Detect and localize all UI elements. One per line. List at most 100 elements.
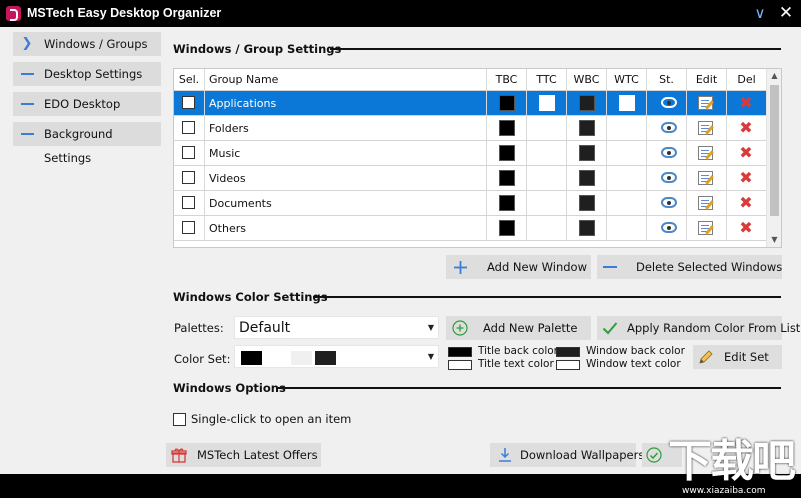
edit-icon[interactable] [698, 221, 713, 235]
delete-selected-windows-button[interactable]: Delete Selected Windows [597, 255, 782, 279]
cell-name: Folders [205, 116, 487, 141]
title-text-color-swatch [448, 360, 472, 370]
palettes-dropdown[interactable]: Default ▼ [234, 316, 439, 339]
download-wallpapers-button[interactable]: Download Wallpapers [490, 443, 644, 467]
row-select-checkbox[interactable] [182, 146, 195, 159]
cell-st [647, 216, 687, 241]
cell-sel [174, 116, 205, 141]
group-name: Applications [209, 97, 277, 110]
row-select-checkbox[interactable] [182, 196, 195, 209]
wbc-color-swatch[interactable] [579, 220, 595, 236]
delete-icon[interactable]: ✖ [738, 94, 754, 112]
column-header-status[interactable]: St. [647, 69, 687, 91]
table-row[interactable]: Others ✖ [174, 216, 767, 241]
delete-icon[interactable]: ✖ [738, 219, 754, 237]
table-vertical-scrollbar[interactable]: ▲ ▼ [766, 69, 781, 247]
column-header-delete[interactable]: Del [727, 69, 767, 91]
delete-icon[interactable]: ✖ [738, 194, 754, 212]
column-header-edit[interactable]: Edit [687, 69, 727, 91]
cell-wbc [567, 216, 607, 241]
minimize-chevron-icon[interactable]: ∨ [749, 3, 771, 23]
delete-icon[interactable]: ✖ [738, 169, 754, 187]
eye-icon[interactable] [661, 147, 677, 158]
tbc-color-swatch[interactable] [499, 145, 515, 161]
row-select-checkbox[interactable] [182, 121, 195, 134]
column-header-tbc[interactable]: TBC [487, 69, 527, 91]
eye-icon[interactable] [661, 222, 677, 233]
sidebar-item-windows-groups[interactable]: ❯ Windows / Groups [13, 32, 161, 56]
edit-icon[interactable] [698, 96, 713, 110]
wbc-color-swatch[interactable] [579, 120, 595, 136]
eye-icon[interactable] [661, 197, 677, 208]
tbc-color-swatch[interactable] [499, 170, 515, 186]
title-text-color-label: Title text color [478, 358, 554, 370]
add-new-window-button[interactable]: Add New Window [446, 255, 591, 279]
cell-ttc [527, 116, 567, 141]
sidebar: ❯ Windows / Groups Desktop Settings EDO … [13, 32, 161, 165]
chevron-down-icon: ▼ [427, 352, 434, 361]
cell-edit [687, 116, 727, 141]
cell-del: ✖ [727, 216, 767, 241]
cell-name: Music [205, 141, 487, 166]
window-text-color-label: Window text color [586, 358, 681, 370]
cell-ttc [527, 166, 567, 191]
app-logo-icon [6, 6, 21, 21]
cell-wtc [607, 116, 647, 141]
tbc-color-swatch[interactable] [499, 120, 515, 136]
pencil-icon [698, 349, 714, 365]
edit-icon[interactable] [698, 196, 713, 210]
cell-edit [687, 91, 727, 116]
sidebar-item-background-settings[interactable]: Background Settings [13, 122, 161, 165]
cell-tbc [487, 166, 527, 191]
add-new-palette-button[interactable]: Add New Palette [446, 316, 591, 340]
delete-icon[interactable]: ✖ [738, 119, 754, 137]
table-row[interactable]: Applications ✖ [174, 91, 767, 116]
row-select-checkbox[interactable] [182, 171, 195, 184]
sidebar-item-edo-desktop-settings[interactable]: EDO Desktop Settings [13, 92, 161, 135]
scroll-up-icon[interactable]: ▲ [767, 69, 781, 83]
edit-icon[interactable] [698, 171, 713, 185]
row-select-checkbox[interactable] [182, 221, 195, 234]
sidebar-item-desktop-settings[interactable]: Desktop Settings [13, 62, 161, 86]
table-row[interactable]: Videos ✖ [174, 166, 767, 191]
column-header-wtc[interactable]: WTC [607, 69, 647, 91]
tbc-color-swatch[interactable] [499, 95, 515, 111]
column-header-ttc[interactable]: TTC [527, 69, 567, 91]
close-icon[interactable]: ✕ [775, 3, 797, 23]
ttc-color-swatch[interactable] [539, 95, 555, 111]
color-set-dropdown[interactable]: ▼ [234, 345, 439, 368]
mstech-latest-offers-button[interactable]: MSTech Latest Offers [166, 443, 321, 467]
edit-set-button[interactable]: Edit Set [693, 345, 782, 369]
group-name: Documents [209, 197, 272, 210]
wbc-color-swatch[interactable] [579, 95, 595, 111]
delete-icon[interactable]: ✖ [738, 144, 754, 162]
cell-sel [174, 166, 205, 191]
column-header-group-name[interactable]: Group Name [205, 69, 487, 91]
edit-icon[interactable] [698, 121, 713, 135]
wbc-color-swatch[interactable] [579, 145, 595, 161]
apply-random-color-button[interactable]: Apply Random Color From List [597, 316, 800, 340]
cell-st [647, 191, 687, 216]
tbc-color-swatch[interactable] [499, 220, 515, 236]
table-row[interactable]: Music ✖ [174, 141, 767, 166]
row-select-checkbox[interactable] [182, 96, 195, 109]
cell-sel [174, 141, 205, 166]
column-header-sel[interactable]: Sel. [174, 69, 205, 91]
wbc-color-swatch[interactable] [579, 170, 595, 186]
eye-icon[interactable] [661, 122, 677, 133]
table-row[interactable]: Folders ✖ [174, 116, 767, 141]
wbc-color-swatch[interactable] [579, 195, 595, 211]
table-row[interactable]: Documents ✖ [174, 191, 767, 216]
tbc-color-swatch[interactable] [499, 195, 515, 211]
scroll-thumb[interactable] [770, 85, 779, 216]
scroll-down-icon[interactable]: ▼ [767, 233, 781, 247]
wtc-color-swatch[interactable] [619, 95, 635, 111]
cell-del: ✖ [727, 141, 767, 166]
eye-icon[interactable] [661, 172, 677, 183]
eye-icon[interactable] [661, 97, 677, 108]
single-click-checkbox[interactable] [173, 413, 186, 426]
edit-icon[interactable] [698, 146, 713, 160]
color-set-swatch [291, 351, 312, 365]
cell-wtc [607, 191, 647, 216]
column-header-wbc[interactable]: WBC [567, 69, 607, 91]
